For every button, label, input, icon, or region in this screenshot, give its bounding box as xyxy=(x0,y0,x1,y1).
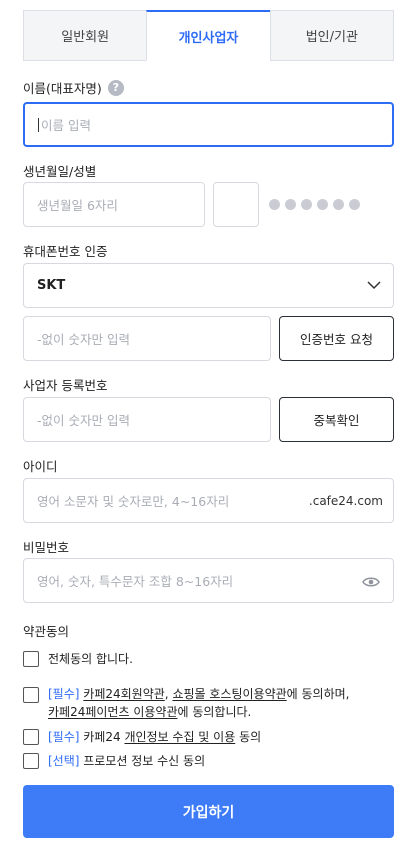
biz-label-text: 사업자 등록번호 xyxy=(23,378,108,393)
mask-dot xyxy=(301,199,312,210)
password-label: 비밀번호 xyxy=(23,537,69,556)
name-input[interactable]: 이름 입력 xyxy=(23,102,394,147)
required-tag: [필수] xyxy=(48,687,80,701)
agree-privacy-checkbox[interactable] xyxy=(23,729,39,745)
mask-dot xyxy=(269,199,280,210)
agree-privacy-label: [필수] 카페24 개인정보 수집 및 이용 동의 xyxy=(48,728,261,746)
domain-suffix: .cafe24.com xyxy=(308,493,383,508)
birthdate-placeholder: 생년월일 6자리 xyxy=(37,198,118,213)
terms-text-1: 에 동의하며, xyxy=(286,687,350,701)
signup-button[interactable]: 가입하기 xyxy=(23,785,394,838)
agree-promotion-checkbox[interactable] xyxy=(23,753,39,769)
agree-terms-checkbox[interactable] xyxy=(23,687,39,703)
promotion-text: 프로모션 정보 수신 동의 xyxy=(79,754,206,768)
mask-dot xyxy=(333,199,344,210)
birthdate-input[interactable]: 생년월일 6자리 xyxy=(23,182,205,227)
name-placeholder: 이름 입력 xyxy=(41,118,91,133)
terms-label-text: 약관동의 xyxy=(23,624,70,639)
biz-placeholder: -없이 숫자만 입력 xyxy=(37,413,130,428)
privacy-pre: 카페24 xyxy=(79,730,125,744)
birth-label: 생년월일/성별 xyxy=(23,161,96,180)
name-label-text: 이름(대표자명) xyxy=(23,81,102,96)
birth-label-text: 생년월일/성별 xyxy=(23,164,97,179)
eye-icon[interactable] xyxy=(362,576,380,588)
privacy-link[interactable]: 개인정보 수집 및 이용 xyxy=(124,730,235,744)
tab-corporation[interactable]: 법인/기관 xyxy=(269,10,393,60)
privacy-post: 동의 xyxy=(235,730,262,744)
tab-individual-business[interactable]: 개인사업자 xyxy=(146,10,270,61)
member-terms-link[interactable]: 카페24회원약관 xyxy=(83,687,165,701)
phone-label: 휴대폰번호 인증 xyxy=(23,241,107,260)
text-caret xyxy=(38,117,39,132)
duplicate-check-button[interactable]: 중복확인 xyxy=(279,397,394,442)
carrier-value: SKT xyxy=(37,278,66,293)
terms-label: 약관동의 xyxy=(23,621,69,640)
password-input[interactable]: 영어, 숫자, 특수문자 조합 8~16자리 xyxy=(23,558,394,603)
agree-terms-label: [필수] 카페24회원약관, 쇼핑몰 호스팅이용약관에 동의하며, 카페24페이… xyxy=(48,685,388,721)
userid-label: 아이디 xyxy=(23,456,58,475)
tab-general-member[interactable]: 일반회원 xyxy=(24,10,147,60)
userid-input[interactable]: 영어 소문자 및 숫자로만, 4~16자리 .cafe24.com xyxy=(23,478,394,523)
agree-all-checkbox[interactable] xyxy=(23,651,39,667)
member-type-tabs: 일반회원 개인사업자 법인/기관 xyxy=(23,10,394,61)
chevron-down-icon xyxy=(367,281,381,290)
mask-dot xyxy=(317,199,328,210)
userid-label-text: 아이디 xyxy=(23,459,58,474)
gender-digit-input[interactable] xyxy=(213,182,259,227)
masked-digits xyxy=(269,199,360,210)
agree-all-label: 전체동의 합니다. xyxy=(48,652,133,666)
password-label-text: 비밀번호 xyxy=(23,540,70,555)
password-placeholder: 영어, 숫자, 특수문자 조합 8~16자리 xyxy=(37,574,234,589)
phone-label-text: 휴대폰번호 인증 xyxy=(23,244,108,259)
carrier-select[interactable]: SKT xyxy=(23,263,394,308)
phone-placeholder: -없이 숫자만 입력 xyxy=(37,332,130,347)
optional-tag: [선택] xyxy=(48,754,80,768)
agree-promotion-label: [선택] 프로모션 정보 수신 동의 xyxy=(48,752,205,770)
mask-dot xyxy=(349,199,360,210)
biz-label: 사업자 등록번호 xyxy=(23,375,107,394)
required-tag: [필수] xyxy=(48,730,80,744)
terms-text-2: 에 동의합니다. xyxy=(177,705,252,719)
userid-placeholder: 영어 소문자 및 숫자로만, 4~16자리 xyxy=(37,494,230,509)
business-number-input[interactable]: -없이 숫자만 입력 xyxy=(23,397,271,442)
help-icon[interactable]: ? xyxy=(107,79,124,96)
mask-dot xyxy=(285,199,296,210)
request-code-button[interactable]: 인증번호 요청 xyxy=(279,316,394,361)
name-label: 이름(대표자명) ? xyxy=(23,78,124,97)
payments-terms-link[interactable]: 카페24페이먼츠 이용약관 xyxy=(48,705,178,719)
hosting-terms-link[interactable]: 쇼핑몰 호스팅이용약관 xyxy=(172,687,286,701)
phone-number-input[interactable]: -없이 숫자만 입력 xyxy=(23,316,271,361)
